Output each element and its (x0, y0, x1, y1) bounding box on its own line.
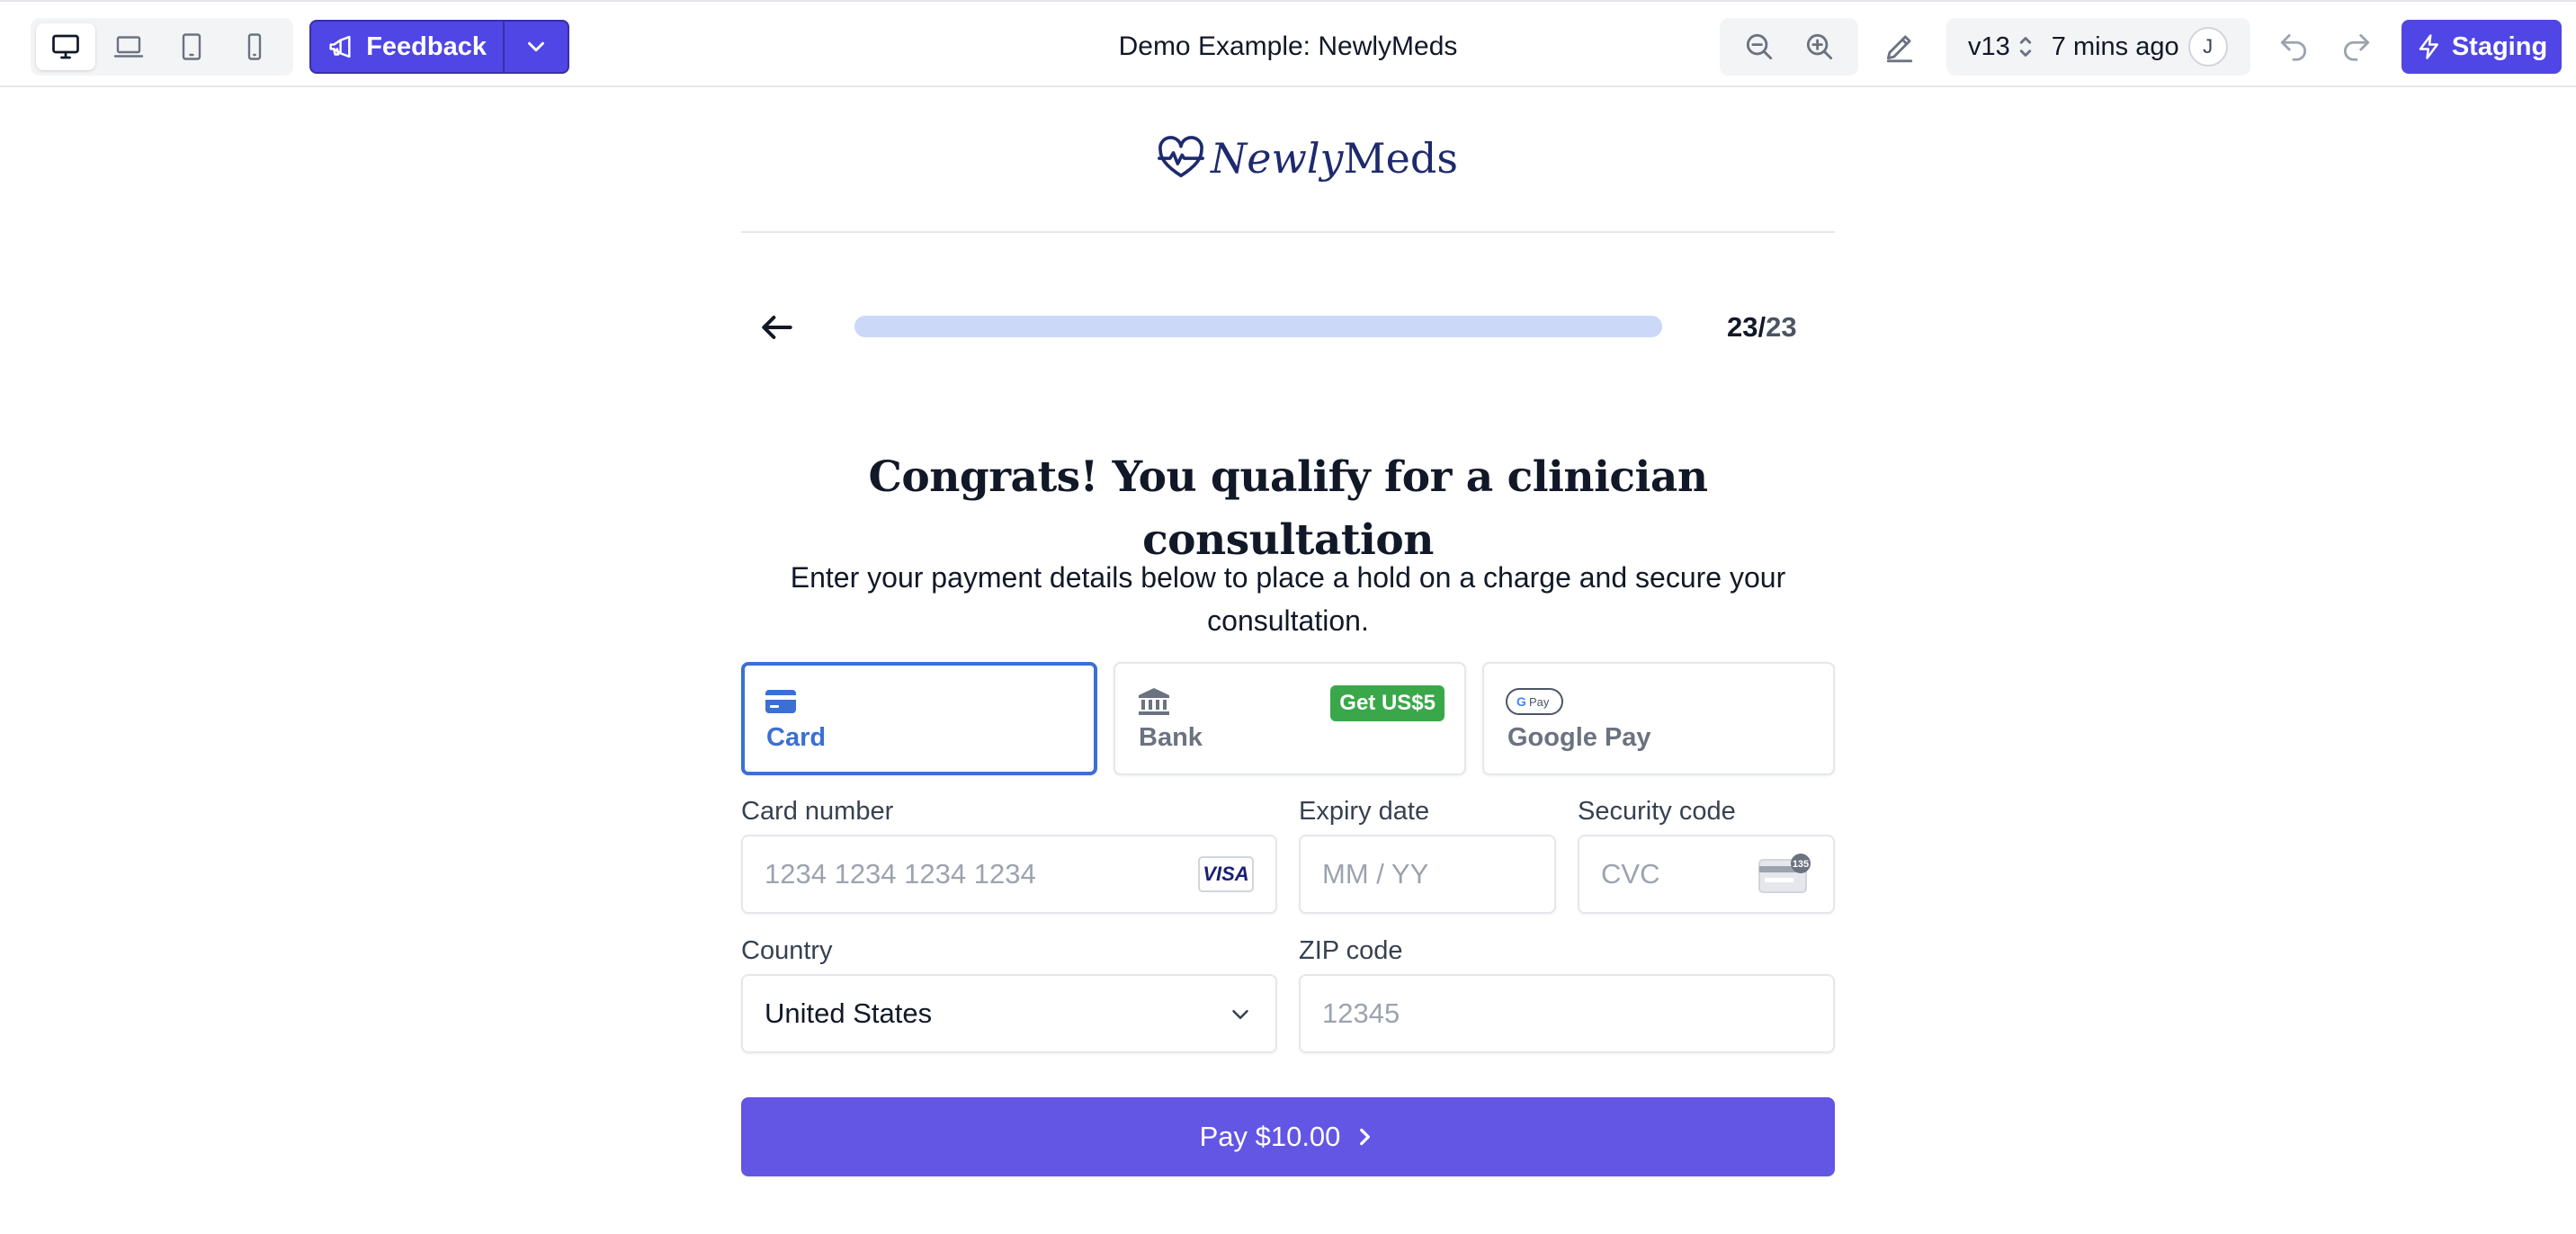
version-label: v13 (1968, 31, 2010, 61)
tab-card-label: Card (766, 723, 827, 752)
feedback-button[interactable]: Feedback (311, 22, 503, 72)
zip-field[interactable]: 12345 (1299, 974, 1835, 1053)
security-code-label: Security code (1578, 797, 1736, 826)
tab-bank-label: Bank (1139, 723, 1203, 752)
progress-bar-fill (854, 316, 1662, 337)
brand-name: NewlyMeds (1211, 134, 1458, 183)
desktop-icon (52, 34, 79, 59)
expiry-label: Expiry date (1299, 797, 1430, 826)
security-code-placeholder: CVC (1601, 858, 1660, 890)
device-mobile-button[interactable] (225, 23, 284, 70)
expiry-placeholder: MM / YY (1322, 858, 1429, 890)
feedback-dropdown-button[interactable] (505, 22, 568, 72)
google-pay-icon: G Pay (1506, 688, 1563, 715)
undo-icon (2280, 33, 2307, 61)
zip-placeholder: 12345 (1322, 997, 1400, 1029)
visa-icon: VISA (1198, 856, 1254, 892)
progress-counter: 23/23 (1727, 309, 1817, 345)
tab-card[interactable]: Card (741, 662, 1097, 775)
device-laptop-button[interactable] (99, 23, 158, 70)
progress-bar (854, 316, 1662, 337)
cvc-card-icon: 135 (1758, 854, 1811, 893)
redo-button[interactable] (2337, 27, 2376, 67)
tab-bank[interactable]: Bank Get US$5 (1114, 662, 1466, 775)
tab-google-pay-label: Google Pay (1507, 723, 1651, 752)
pay-button-label: Pay $10.00 (1199, 1121, 1341, 1152)
feedback-button-group: Feedback (309, 20, 569, 74)
chevron-down-icon (1232, 1010, 1248, 1019)
expiry-field[interactable]: MM / YY (1299, 835, 1556, 914)
credit-card-icon (765, 690, 796, 713)
card-number-label: Card number (741, 797, 894, 826)
tablet-icon (182, 33, 201, 60)
lightning-icon (2419, 34, 2438, 59)
progress-current: 23 (1727, 311, 1758, 343)
svg-text:Pay: Pay (1529, 695, 1550, 709)
bank-bonus-badge: Get US$5 (1330, 685, 1445, 721)
zip-label: ZIP code (1299, 936, 1403, 965)
last-updated-label: 7 mins ago (2051, 31, 2179, 61)
edit-button[interactable] (1880, 27, 1919, 67)
undo-button[interactable] (2274, 27, 2313, 67)
card-number-placeholder: 1234 1234 1234 1234 (765, 858, 1036, 890)
arrow-left-icon (762, 315, 792, 340)
pencil-icon (1886, 35, 1913, 63)
zoom-in-icon[interactable] (1802, 30, 1837, 64)
page-headline: Congrats! You qualify for a clinician co… (868, 452, 1708, 565)
country-select[interactable]: United States (741, 974, 1277, 1053)
redo-icon (2343, 33, 2370, 61)
card-number-field[interactable]: 1234 1234 1234 1234 VISA (741, 835, 1277, 914)
mobile-icon (247, 33, 262, 60)
zoom-out-icon[interactable] (1742, 30, 1776, 64)
feedback-label: Feedback (366, 31, 487, 61)
security-code-field[interactable]: CVC 135 (1578, 835, 1835, 914)
megaphone-icon (329, 35, 351, 58)
brand-name-part1: Newly (1211, 134, 1344, 183)
chevron-up-down-icon (2019, 37, 2031, 57)
laptop-icon (113, 36, 144, 58)
header-divider (741, 231, 1835, 233)
top-toolbar: Feedback Demo Example: NewlyMeds v13 7 m… (0, 0, 2576, 87)
chevron-right-icon (1360, 1128, 1371, 1146)
payment-method-tabs: Card Bank Get US$5 G Pay Google Pay (741, 662, 1835, 775)
back-button[interactable] (754, 306, 801, 349)
svg-text:G: G (1516, 694, 1526, 709)
device-desktop-button[interactable] (36, 23, 95, 70)
pay-button[interactable]: Pay $10.00 (741, 1097, 1835, 1176)
tab-google-pay[interactable]: G Pay Google Pay (1482, 662, 1835, 775)
avatar[interactable]: J (2187, 27, 2228, 67)
bank-icon (1139, 688, 1169, 715)
version-selector[interactable]: v13 7 mins ago J (1946, 18, 2250, 76)
staging-button[interactable]: Staging (2402, 20, 2562, 74)
country-label: Country (741, 936, 833, 965)
progress-total: 23 (1766, 311, 1797, 343)
heart-pulse-icon (1158, 136, 1204, 178)
document-title: Demo Example: NewlyMeds (1118, 31, 1458, 61)
device-switcher (31, 18, 293, 76)
page-subtext: Enter your payment details below to plac… (790, 561, 1786, 637)
country-value: United States (765, 997, 933, 1029)
zoom-controls (1720, 18, 1858, 76)
staging-label: Staging (2451, 31, 2548, 61)
device-tablet-button[interactable] (162, 23, 221, 70)
brand-logo: NewlyMeds (1155, 126, 1458, 191)
brand-name-part2: Meds (1343, 134, 1458, 183)
chevron-down-icon (528, 41, 544, 52)
cvc-badge-text: 135 (1793, 859, 1809, 870)
progress-separator: / (1758, 311, 1767, 343)
